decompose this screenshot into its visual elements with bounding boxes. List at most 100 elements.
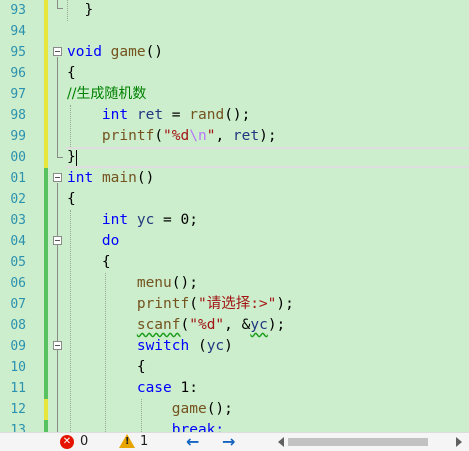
code-text: {	[67, 254, 111, 270]
status-bar: ✕ 0 ! 1 ← →	[0, 432, 469, 451]
fold-guide	[57, 0, 58, 8]
line-number: 98	[10, 108, 26, 123]
change-marker	[44, 273, 48, 294]
code-text: do	[101, 233, 120, 249]
code-line[interactable]: 95 void game()	[0, 42, 469, 63]
error-icon[interactable]: ✕	[60, 435, 74, 449]
fold-guide	[57, 294, 58, 315]
line-number: 93	[10, 3, 26, 18]
change-marker	[44, 210, 48, 231]
current-line-highlight	[66, 147, 469, 168]
change-marker	[44, 294, 48, 315]
collapse-toggle[interactable]	[53, 173, 62, 182]
fold-guide	[57, 357, 58, 378]
line-number: 95	[10, 45, 26, 60]
change-marker	[44, 357, 48, 378]
navigate-forward-button[interactable]: →	[222, 433, 235, 451]
code-text: printf("请选择:>");	[136, 296, 294, 312]
warning-count[interactable]: 1	[140, 433, 148, 451]
line-number: 05	[10, 255, 26, 270]
line-number: 07	[10, 297, 26, 312]
code-text: int yc = 0;	[101, 212, 198, 228]
collapse-toggle[interactable]	[53, 236, 62, 245]
code-text: scanf("%d", &yc);	[136, 317, 286, 333]
error-count[interactable]: 0	[80, 433, 88, 451]
code-text: {	[67, 65, 76, 81]
change-marker	[44, 252, 48, 273]
change-marker	[44, 105, 48, 126]
code-text: }	[67, 0, 93, 21]
change-marker	[44, 168, 48, 189]
fold-guide	[57, 378, 58, 399]
text-caret	[76, 150, 77, 166]
change-marker	[44, 315, 48, 336]
line-number: 11	[10, 381, 26, 396]
line-number: 09	[10, 339, 26, 354]
code-line[interactable]: 94	[0, 21, 469, 42]
code-line[interactable]: 96 {	[0, 63, 469, 84]
change-marker	[44, 84, 48, 105]
line-number: 10	[10, 360, 26, 375]
change-marker	[44, 126, 48, 147]
indent-guide	[105, 273, 106, 432]
change-marker	[44, 336, 48, 357]
change-marker	[44, 0, 48, 21]
line-number: 04	[10, 234, 26, 249]
fold-guide	[57, 315, 58, 336]
collapse-toggle[interactable]	[53, 47, 62, 56]
line-number: 99	[10, 129, 26, 144]
fold-guide	[57, 105, 58, 126]
scroll-right-arrow-icon[interactable]	[456, 437, 462, 447]
change-marker	[44, 378, 48, 399]
line-number: 08	[10, 318, 26, 333]
code-text: void game()	[67, 44, 164, 60]
fold-guide	[57, 8, 63, 9]
code-line[interactable]: 97 //生成随机数	[0, 84, 469, 105]
fold-guide	[57, 84, 58, 105]
fold-guide	[57, 399, 58, 420]
scrollbar-thumb[interactable]	[288, 438, 428, 446]
line-number: 02	[10, 192, 26, 207]
indent-guide	[70, 210, 71, 432]
code-editor[interactable]: 93 } 94 95 void game() 96 { 97 //生成随机数 9…	[0, 0, 469, 432]
warning-icon[interactable]: !	[119, 434, 135, 448]
change-marker	[44, 420, 48, 432]
fold-guide	[57, 210, 58, 231]
fold-guide	[57, 63, 58, 84]
code-text: case 1:	[136, 380, 198, 396]
code-text: switch (yc)	[136, 338, 233, 354]
fold-guide	[57, 126, 58, 147]
code-text: menu();	[136, 275, 198, 291]
code-text: {	[67, 359, 146, 375]
line-number: 00	[10, 150, 26, 165]
code-text: int ret = rand();	[101, 107, 251, 123]
line-number: 96	[10, 66, 26, 81]
fold-guide	[57, 147, 58, 157]
line-number: 97	[10, 87, 26, 102]
fold-guide	[57, 252, 58, 273]
code-line[interactable]: 01 int main()	[0, 168, 469, 189]
change-marker	[44, 231, 48, 252]
collapse-toggle[interactable]	[53, 341, 62, 350]
line-number: 06	[10, 276, 26, 291]
fold-guide	[57, 420, 58, 432]
scroll-left-arrow-icon[interactable]	[278, 437, 284, 447]
code-text: {	[67, 191, 76, 207]
change-marker	[44, 63, 48, 84]
line-number: 13	[10, 423, 26, 432]
fold-guide	[57, 157, 63, 158]
code-line[interactable]: 93 }	[0, 0, 469, 21]
code-line[interactable]: 02 {	[0, 189, 469, 210]
change-marker	[44, 21, 48, 42]
navigate-back-button[interactable]: ←	[186, 433, 199, 451]
code-text: int main()	[67, 170, 155, 186]
change-marker	[44, 399, 48, 420]
fold-guide	[57, 273, 58, 294]
indent-guide	[70, 105, 71, 147]
change-marker	[44, 42, 48, 63]
line-number: 03	[10, 213, 26, 228]
line-number: 94	[10, 24, 26, 39]
code-text: printf("%d\n", ret);	[101, 128, 277, 144]
horizontal-scrollbar[interactable]	[288, 436, 452, 448]
code-comment: //生成随机数	[67, 86, 147, 102]
